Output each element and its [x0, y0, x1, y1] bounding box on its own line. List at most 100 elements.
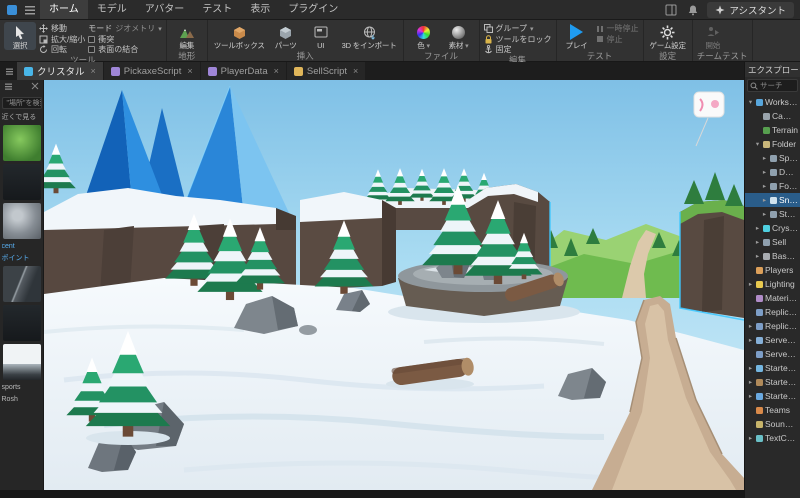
- expand-arrow[interactable]: ▸: [747, 280, 754, 288]
- explorer-item-spawnlocation[interactable]: ▸SpawnLocation: [745, 151, 800, 165]
- explorer-item-replicatedstorage[interactable]: ▸ReplicatedStorage: [745, 319, 800, 333]
- studio-logo-icon[interactable]: [4, 2, 20, 18]
- quick-access-icon[interactable]: [22, 2, 38, 18]
- expand-arrow[interactable]: ▸: [754, 224, 761, 232]
- group-button[interactable]: グループ ▾: [483, 24, 552, 34]
- toolbox-asset-caption[interactable]: cent: [2, 242, 42, 251]
- toolbox-asset-thumbnail[interactable]: [2, 203, 41, 239]
- expand-arrow[interactable]: ▸: [761, 168, 768, 176]
- select-tool-button[interactable]: 選択: [4, 22, 36, 50]
- explorer-item-folder[interactable]: ▾ Folder: [745, 137, 800, 151]
- toolbox-asset-thumbnail[interactable]: [2, 266, 41, 302]
- explorer-item-lighting[interactable]: ▸ Lighting: [745, 277, 800, 291]
- ribbon-tab-model[interactable]: モデル: [88, 0, 136, 19]
- color-button[interactable]: 色 ▾: [408, 22, 440, 51]
- tab-pickaxescript[interactable]: PickaxeScript ×: [103, 62, 200, 80]
- toolbox-asset-thumbnail[interactable]: [2, 305, 41, 341]
- tab-playerdata[interactable]: PlayerData ×: [200, 62, 286, 80]
- expand-arrow[interactable]: ▾: [747, 98, 754, 106]
- explorer-item-workspace[interactable]: ▾Workspace: [745, 95, 800, 109]
- toolbox-asset-thumbnail[interactable]: [2, 125, 41, 161]
- explorer-tree: ▾Workspace Camera Terrain ▾Folder ▸Spawn…: [745, 94, 800, 498]
- explorer-item-textchatservice[interactable]: ▸TextChatService: [745, 431, 800, 445]
- ui-button[interactable]: UI: [305, 22, 337, 50]
- toolbox-asset-thumbnail[interactable]: [2, 164, 41, 200]
- parts-button[interactable]: パーツ: [270, 22, 302, 50]
- ribbon-tab-view[interactable]: 表示: [241, 0, 279, 19]
- assistant-button[interactable]: アシスタント: [707, 1, 794, 18]
- explorer-item-snow[interactable]: ▸Snow: [745, 193, 800, 207]
- toolbox-button[interactable]: ツールボックス: [212, 22, 267, 50]
- explorer-item-teams[interactable]: Teams: [745, 403, 800, 417]
- join-surfaces-checkbox[interactable]: 表面の結合: [88, 45, 162, 55]
- layout-icon[interactable]: [663, 2, 679, 18]
- expand-arrow[interactable]: ▸: [761, 210, 768, 218]
- explorer-item-starterpack[interactable]: ▸StarterPack: [745, 375, 800, 389]
- toolbox-close-icon[interactable]: [31, 82, 39, 94]
- material-button[interactable]: 素材 ▾: [443, 22, 475, 51]
- ribbon-tab-home[interactable]: ホーム: [40, 0, 88, 19]
- valley-frame-cliff-right[interactable]: [680, 172, 744, 318]
- close-icon[interactable]: ×: [91, 66, 96, 76]
- ribbon-tab-plugins[interactable]: プラグイン: [279, 0, 347, 19]
- notifications-icon[interactable]: [685, 2, 701, 18]
- expand-arrow[interactable]: ▸: [747, 434, 754, 442]
- close-icon[interactable]: ×: [187, 66, 192, 76]
- expand-arrow[interactable]: ▾: [754, 140, 761, 148]
- team-test-start-button[interactable]: 開始: [697, 22, 729, 50]
- explorer-item-startergui[interactable]: ▸StarterGui: [745, 361, 800, 375]
- expand-arrow[interactable]: ▸: [747, 336, 754, 344]
- viewport-3d[interactable]: [44, 80, 744, 490]
- close-icon[interactable]: ×: [274, 66, 279, 76]
- expand-arrow[interactable]: ▸: [761, 154, 768, 162]
- ribbon-tab-test[interactable]: テスト: [193, 0, 241, 19]
- explorer-item-serverstorage[interactable]: ServerStorage: [745, 347, 800, 361]
- explorer-item-materialservice[interactable]: MaterialService: [745, 291, 800, 305]
- ribbon-tab-avatar[interactable]: アバター: [136, 0, 194, 19]
- stop-button[interactable]: 停止: [596, 35, 639, 45]
- explorer-item-replicatedfirst[interactable]: ReplicatedFirst: [745, 305, 800, 319]
- tab-crystal[interactable]: クリスタル ×: [17, 62, 103, 80]
- collisions-checkbox[interactable]: 衝突: [88, 35, 162, 45]
- close-icon[interactable]: ×: [353, 66, 358, 76]
- game-settings-button[interactable]: ゲーム設定: [648, 22, 688, 50]
- toolbox-asset-thumbnail[interactable]: [2, 344, 41, 380]
- toolbox-search-input[interactable]: "場所"を検索: [1, 97, 42, 109]
- import-3d-button[interactable]: 3D をインポート: [340, 22, 399, 50]
- explorer-item-desert[interactable]: ▸Desert: [745, 165, 800, 179]
- pause-button[interactable]: 一時停止: [596, 24, 639, 34]
- explorer-item-starterplayer[interactable]: ▸StarterPlayer: [745, 389, 800, 403]
- explorer-item-players[interactable]: Players: [745, 263, 800, 277]
- anchor-button[interactable]: 固定: [484, 45, 552, 55]
- explorer-item-serverscriptservice[interactable]: ▸ServerScriptService: [745, 333, 800, 347]
- explorer-item-camera[interactable]: Camera: [745, 109, 800, 123]
- expand-arrow[interactable]: ▸: [761, 196, 768, 204]
- toolbox-asset-caption[interactable]: ポイント: [2, 254, 42, 263]
- expand-arrow[interactable]: ▸: [754, 252, 761, 260]
- part-cube-icon: [278, 24, 293, 40]
- mode-dropdown[interactable]: モード ジオメトリ ▾: [88, 24, 162, 34]
- lock-tool-button[interactable]: ツールをロック: [484, 35, 552, 45]
- tab-list-icon[interactable]: [2, 62, 16, 80]
- expand-arrow[interactable]: ▸: [747, 378, 754, 386]
- explorer-item-sell[interactable]: ▸ Sell: [745, 235, 800, 249]
- expand-arrow[interactable]: ▸: [747, 392, 754, 400]
- scale-tool-button[interactable]: 拡大/縮小: [39, 35, 85, 45]
- toolbox-menu-icon[interactable]: [4, 82, 13, 94]
- move-tool-button[interactable]: 移動: [39, 24, 85, 34]
- explorer-item-forest[interactable]: ▸Forest: [745, 179, 800, 193]
- expand-arrow[interactable]: ▸: [747, 364, 754, 372]
- explorer-search-input[interactable]: サーチ: [747, 79, 798, 92]
- explorer-item-crystal[interactable]: ▸ Crystal: [745, 221, 800, 235]
- play-button[interactable]: プレイ: [561, 22, 593, 50]
- expand-arrow[interactable]: ▸: [754, 238, 761, 246]
- rotate-tool-button[interactable]: 回転: [39, 45, 85, 55]
- terrain-edit-button[interactable]: 編集: [171, 22, 203, 50]
- explorer-item-terrain[interactable]: Terrain: [745, 123, 800, 137]
- expand-arrow[interactable]: ▸: [761, 182, 768, 190]
- tab-sellscript[interactable]: SellScript ×: [286, 62, 366, 80]
- expand-arrow[interactable]: ▸: [747, 322, 754, 330]
- explorer-item-soundservice[interactable]: SoundService: [745, 417, 800, 431]
- explorer-item-stone[interactable]: ▸Stone: [745, 207, 800, 221]
- explorer-item-baseplate[interactable]: ▸Baseplate: [745, 249, 800, 263]
